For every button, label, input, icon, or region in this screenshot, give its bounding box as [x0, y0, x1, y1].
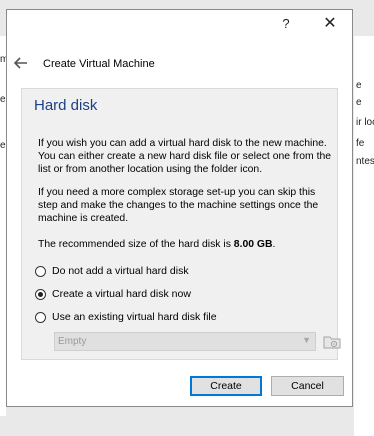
create-button[interactable]: Create — [190, 376, 262, 396]
hard-disk-page: Hard disk If you wish you can add a virt… — [21, 88, 341, 360]
description-paragraph: If you wish you can add a virtual hard d… — [38, 138, 332, 175]
radio-label: Use an existing virtual hard disk file — [52, 311, 217, 323]
background-text-fragment: e — [0, 94, 6, 105]
background-text-fragment: fe — [356, 138, 365, 149]
radio-create-disk[interactable]: Create a virtual hard disk now — [35, 286, 191, 302]
close-button[interactable]: ✕ — [319, 14, 341, 34]
background-text-fragment: e — [0, 140, 6, 151]
recommended-size-suffix: . — [272, 239, 276, 250]
page-title: Hard disk — [34, 97, 98, 114]
help-button[interactable]: ? — [275, 14, 297, 34]
radio-label: Do not add a virtual hard disk — [52, 265, 189, 277]
background-text-fragment: e — [356, 97, 362, 108]
background-text-fragment: ntest — [356, 156, 374, 167]
back-arrow-icon — [14, 57, 27, 69]
back-button[interactable] — [12, 53, 30, 73]
radio-button[interactable] — [35, 265, 46, 277]
radio-no-disk[interactable]: Do not add a virtual hard disk — [35, 263, 189, 279]
cancel-button[interactable]: Cancel — [271, 376, 344, 396]
background-window-right — [354, 36, 374, 436]
radio-label: Create a virtual hard disk now — [52, 288, 191, 300]
choose-disk-file-button[interactable] — [322, 332, 342, 351]
description-paragraph: If you need a more complex storage set-u… — [38, 187, 319, 224]
radio-existing-disk[interactable]: Use an existing virtual hard disk file — [35, 309, 217, 325]
disk-file-select[interactable]: Empty ▼ — [54, 332, 316, 351]
folder-icon — [323, 336, 341, 349]
wizard-title: Create Virtual Machine — [43, 58, 155, 70]
create-vm-dialog: ? ✕ Create Virtual Machine Hard disk If … — [6, 9, 353, 407]
recommended-size-value: 8.00 GB — [233, 239, 273, 250]
background-text-fragment: e — [356, 80, 362, 91]
wizard-header: Create Virtual Machine — [7, 50, 352, 78]
radio-button[interactable] — [35, 311, 46, 323]
disk-file-select-value: Empty — [58, 336, 87, 347]
recommended-size-text: The recommended size of the hard disk is… — [38, 238, 334, 251]
radio-button[interactable] — [35, 288, 46, 300]
dialog-titlebar: ? ✕ — [7, 10, 352, 38]
background-text-fragment: ir loc — [356, 117, 374, 128]
recommended-size-prefix: The recommended size of the hard disk is — [38, 239, 234, 250]
chevron-down-icon: ▼ — [302, 335, 311, 345]
